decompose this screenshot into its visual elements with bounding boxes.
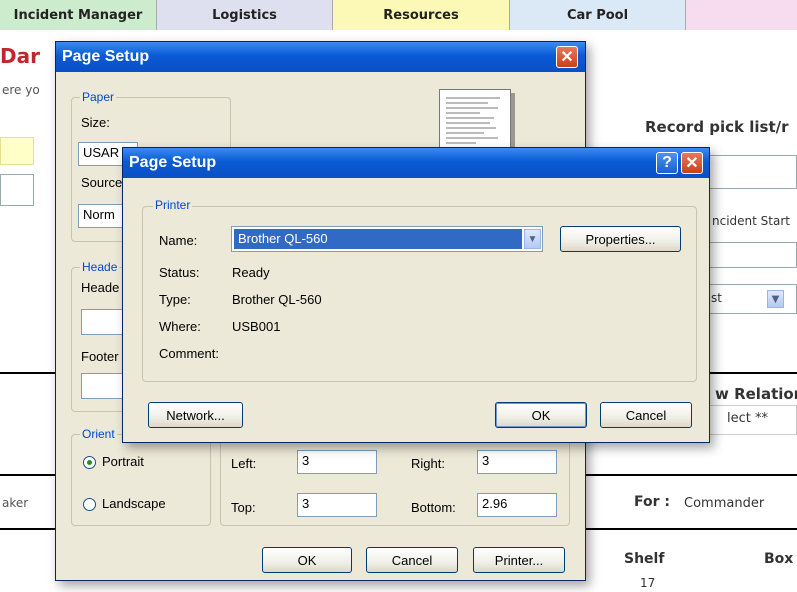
comment-label: Comment:	[159, 346, 219, 361]
right-margin-label: Right:	[411, 456, 445, 471]
source-label: Source	[81, 175, 123, 190]
status-value: Ready	[232, 265, 270, 280]
cancel-button[interactable]: Cancel	[600, 402, 692, 428]
landscape-radio[interactable]	[83, 498, 96, 511]
where-label: Where:	[159, 319, 201, 334]
top-margin-label: Top:	[231, 500, 256, 515]
properties-button[interactable]: Properties...	[560, 226, 681, 252]
bottom-margin-label: Bottom:	[411, 500, 456, 515]
bg-select[interactable]: st ▼	[700, 284, 797, 314]
relation-select[interactable]: lect **	[700, 405, 797, 435]
printer-name-label: Name:	[159, 233, 198, 248]
headers-group-label: Heade	[80, 260, 120, 274]
incident-start-label: ncident Start	[712, 214, 790, 228]
shelf-header: Shelf	[624, 551, 665, 567]
close-icon[interactable]: ✕	[681, 152, 703, 174]
tab-incident-manager[interactable]: Incident Manager	[0, 0, 157, 30]
printer-button[interactable]: Printer...	[473, 547, 565, 573]
where-value: USB001	[232, 319, 281, 334]
orientation-group	[71, 434, 211, 526]
bg-select-value: st	[711, 291, 722, 305]
page-setup-titlebar[interactable]: Page Setup	[56, 42, 585, 72]
tab-car-pool[interactable]: Car Pool	[510, 0, 686, 30]
footer-label: Footer	[81, 349, 119, 364]
cancel-button[interactable]: Cancel	[366, 547, 458, 573]
status-label: Status:	[159, 265, 200, 280]
left-margin-label: Left:	[231, 456, 257, 471]
type-value: Brother QL-560	[232, 292, 322, 307]
tab-logistics[interactable]: Logistics	[157, 0, 333, 30]
left-margin-input[interactable]: 3	[297, 450, 377, 474]
relation-select-placeholder: lect **	[727, 411, 768, 426]
portrait-radio[interactable]	[83, 456, 96, 469]
for-label: For :	[634, 494, 670, 510]
printer-dialog-title: Page Setup	[129, 154, 217, 171]
box-header: Box	[764, 551, 794, 567]
size-label: Size:	[81, 115, 110, 130]
orientation-group-label: Orient	[80, 427, 117, 441]
record-pick-heading: Record pick list/r	[645, 118, 789, 136]
right-margin-input[interactable]: 3	[477, 450, 557, 474]
tab-resources[interactable]: Resources	[333, 0, 510, 30]
chevron-down-icon[interactable]: ▼	[524, 229, 541, 249]
shelf-value: 17	[640, 576, 656, 590]
page-title-fragment: Dar	[0, 44, 40, 68]
yellow-input-fragment[interactable]	[0, 137, 34, 165]
maker-fragment: aker	[2, 496, 29, 510]
paper-group-label: Paper	[80, 90, 117, 104]
printer-group-label: Printer	[153, 198, 193, 212]
bottom-margin-input[interactable]: 2.96	[477, 493, 557, 517]
page-setup-title: Page Setup	[62, 48, 150, 65]
portrait-label[interactable]: Portrait	[102, 454, 144, 469]
close-icon[interactable]: ✕	[556, 46, 578, 68]
input-fragment[interactable]	[0, 174, 34, 206]
top-margin-input[interactable]: 3	[297, 493, 377, 517]
intro-text-fragment: ere yo	[2, 83, 40, 97]
landscape-label[interactable]: Landscape	[102, 496, 166, 511]
network-button[interactable]: Network...	[148, 402, 243, 428]
type-label: Type:	[159, 292, 191, 307]
tab-extra[interactable]	[686, 0, 797, 30]
printer-name-value: Brother QL-560	[234, 229, 522, 249]
for-value: Commander	[684, 496, 765, 511]
help-icon[interactable]: ?	[656, 152, 678, 174]
record-input[interactable]	[700, 155, 797, 189]
header-label: Heade	[81, 280, 120, 295]
ok-button[interactable]: OK	[262, 547, 352, 573]
chevron-down-icon: ▼	[767, 290, 784, 308]
printer-dialog: Page Setup ? ✕ Printer Name: Brother QL-…	[122, 147, 710, 443]
incident-start-input[interactable]	[700, 242, 797, 268]
ok-button[interactable]: OK	[495, 402, 587, 428]
printer-dialog-titlebar[interactable]: Page Setup	[123, 148, 709, 178]
relation-heading: w Relation	[715, 385, 797, 403]
printer-name-select[interactable]: Brother QL-560 ▼	[231, 226, 543, 252]
